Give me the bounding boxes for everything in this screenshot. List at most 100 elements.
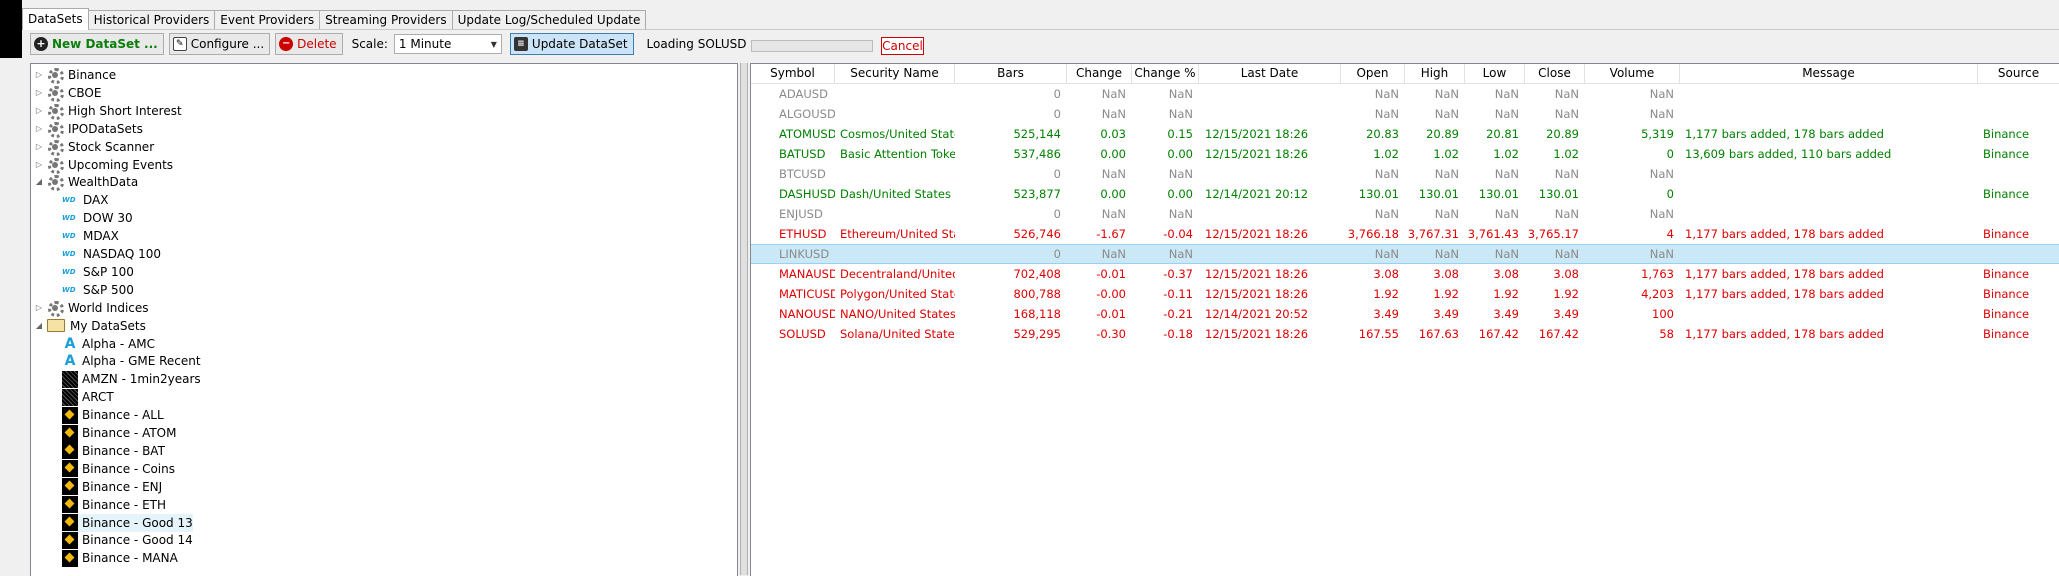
- expand-right-icon[interactable]: ▷: [34, 120, 44, 138]
- cell-bars: 523,877: [1013, 187, 1061, 201]
- column-header-open[interactable]: Open: [1341, 64, 1405, 83]
- table-row[interactable]: MANAUSD Decentraland/United States 702,408…: [751, 264, 2059, 284]
- new-dataset-button[interactable]: + New DataSet ...: [30, 33, 164, 55]
- table-row[interactable]: MATICUSD Polygon/United States 800,788 -0.0…: [751, 284, 2059, 304]
- tree-item-amzn-1min2years[interactable]: AMZN - 1min2years: [62, 370, 201, 388]
- column-header-close[interactable]: Close: [1525, 64, 1585, 83]
- tree-item-binance-mana[interactable]: Binance - MANA: [62, 549, 178, 567]
- cell-change: NaN: [1101, 87, 1126, 101]
- expand-right-icon[interactable]: ▷: [34, 66, 44, 84]
- expand-right-icon[interactable]: ▷: [34, 156, 44, 174]
- tree-item-upcoming-events[interactable]: ▷ Upcoming Events: [34, 156, 173, 174]
- expand-right-icon[interactable]: ▷: [34, 138, 44, 156]
- cell-source: [1978, 245, 2059, 265]
- tree-item-binance[interactable]: ▷ Binance: [34, 66, 116, 84]
- configure-button[interactable]: ✎ Configure ...: [168, 33, 271, 55]
- tree-item-nasdaq-100[interactable]: WD NASDAQ 100: [62, 245, 161, 263]
- tab-historical-providers[interactable]: Historical Providers: [87, 10, 216, 29]
- delete-button[interactable]: − Delete: [275, 33, 343, 55]
- tree-item-mdax[interactable]: WD MDAX: [62, 227, 119, 245]
- table-row[interactable]: ADAUSD 0 NaN NaN NaN NaN NaN NaN NaN: [751, 84, 2059, 104]
- tree-item-stock-scanner[interactable]: ▷ Stock Scanner: [34, 138, 154, 156]
- cell-symbol: ETHUSD: [779, 227, 827, 241]
- tree-item-world-indices[interactable]: ▷ World Indices: [34, 299, 149, 317]
- cell-message: [1680, 304, 1978, 324]
- expand-down-icon[interactable]: ◢: [34, 173, 44, 191]
- tree-item-binance-bat[interactable]: Binance - BAT: [62, 442, 165, 460]
- column-header-low[interactable]: Low: [1465, 64, 1525, 83]
- column-header-change[interactable]: Change %: [1132, 64, 1199, 83]
- column-header-volume[interactable]: Volume: [1585, 64, 1680, 83]
- scale-select[interactable]: 1 Minute ▼: [393, 34, 502, 54]
- tree-item-label: Binance - MANA: [82, 551, 178, 566]
- tree-item-label: Binance - Coins: [82, 461, 175, 476]
- expand-right-icon[interactable]: ▷: [34, 102, 44, 120]
- cell-close: 3.49: [1553, 307, 1579, 321]
- cell-close: NaN: [1554, 167, 1579, 181]
- tab-streaming-providers[interactable]: Streaming Providers: [319, 10, 453, 29]
- cell-change: -0.11: [1163, 287, 1193, 301]
- column-header-bars[interactable]: Bars: [955, 64, 1067, 83]
- table-row[interactable]: ENJUSD 0 NaN NaN NaN NaN NaN NaN NaN: [751, 204, 2059, 224]
- column-header-source[interactable]: Source: [1978, 64, 2059, 83]
- expand-right-icon[interactable]: ▷: [34, 299, 44, 317]
- cell-source: Binance: [1983, 227, 2030, 241]
- tab-update-log[interactable]: Update Log/Scheduled Update: [451, 10, 647, 29]
- cancel-button[interactable]: Cancel: [881, 37, 924, 55]
- table-row[interactable]: ALGOUSD 0 NaN NaN NaN NaN NaN NaN NaN: [751, 104, 2059, 124]
- update-dataset-button[interactable]: ≡ Update DataSet: [509, 33, 634, 55]
- dataset-tree[interactable]: ▷ Binance ▷ CBOE ▷ High Short Interest ▷ IPODat…: [30, 63, 738, 576]
- cell-symbol: LINKUSD: [779, 247, 830, 261]
- column-header-last-date[interactable]: Last Date: [1199, 64, 1341, 83]
- tree-item-dow-30[interactable]: WD DOW 30: [62, 209, 133, 227]
- column-header-high[interactable]: High: [1405, 64, 1465, 83]
- cell-symbol: MATICUSD: [779, 287, 835, 301]
- tree-item-my-datasets[interactable]: ◢ My DataSets: [34, 317, 146, 335]
- expand-right-icon[interactable]: ▷: [34, 84, 44, 102]
- column-header-change[interactable]: Change: [1067, 64, 1132, 83]
- table-row[interactable]: ATOMUSD Cosmos/United States 525,144 0.03 0.…: [751, 124, 2059, 144]
- cell-low: 3.08: [1493, 267, 1519, 281]
- tree-item-binance-coins[interactable]: Binance - Coins: [62, 460, 175, 478]
- dataset-grid[interactable]: Symbol Security Name Bars Change Change % Las…: [750, 63, 2059, 576]
- table-row[interactable]: BATUSD Basic Attention Token 537,486 0.00 0.…: [751, 144, 2059, 164]
- table-row[interactable]: LINKUSD 0 NaN NaN NaN NaN NaN NaN NaN: [751, 244, 2059, 264]
- tree-item-label: Binance - BAT: [82, 443, 165, 458]
- cell-volume: NaN: [1649, 167, 1674, 181]
- tree-item-alpha-amc[interactable]: A Alpha - AMC: [62, 335, 155, 353]
- tree-item-binance-atom[interactable]: Binance - ATOM: [62, 424, 176, 442]
- tree-item-binance-eth[interactable]: Binance - ETH: [62, 496, 166, 514]
- tab-event-providers[interactable]: Event Providers: [214, 10, 321, 29]
- tree-item-binance-good-13[interactable]: Binance - Good 13: [62, 513, 193, 532]
- cell-volume: NaN: [1649, 87, 1674, 101]
- expand-down-icon[interactable]: ◢: [34, 317, 44, 335]
- table-row[interactable]: NANOUSD NANO/United States 168,118 -0.01 -0.…: [751, 304, 2059, 324]
- cell-close: NaN: [1554, 207, 1579, 221]
- noise-icon: [62, 388, 78, 406]
- table-row[interactable]: DASHUSD Dash/United States Dollar 523,877 0…: [751, 184, 2059, 204]
- tree-item-binance-all[interactable]: Binance - ALL: [62, 406, 164, 424]
- configure-label: Configure ...: [190, 37, 265, 51]
- tree-item-wealthdata[interactable]: ◢ WealthData: [34, 173, 138, 192]
- tree-item-binance-good-14[interactable]: Binance - Good 14: [62, 531, 193, 549]
- column-header-security-name[interactable]: Security Name: [835, 64, 955, 83]
- gear-icon: [47, 121, 64, 138]
- table-row[interactable]: BTCUSD 0 NaN NaN NaN NaN NaN NaN NaN: [751, 164, 2059, 184]
- cell-bars: 0: [1053, 167, 1061, 181]
- tree-item-cboe[interactable]: ▷ CBOE: [34, 84, 101, 102]
- tree-item-high-short-interest[interactable]: ▷ High Short Interest: [34, 102, 182, 120]
- left-edge-overlay: [0, 0, 22, 58]
- table-row[interactable]: SOLUSD Solana/United States 529,295 -0.30 -0…: [751, 324, 2059, 344]
- table-row[interactable]: ETHUSD Ethereum/United States 526,746 -1.67…: [751, 224, 2059, 244]
- column-header-message[interactable]: Message: [1680, 64, 1978, 83]
- tree-item-dax[interactable]: WD DAX: [62, 191, 108, 209]
- tree-item-s-p-100[interactable]: WD S&P 100: [62, 263, 134, 281]
- tree-item-binance-enj[interactable]: Binance - ENJ: [62, 478, 162, 496]
- tree-item-alpha-gme-recent[interactable]: A Alpha - GME Recent: [62, 352, 201, 370]
- tree-item-arct[interactable]: ARCT: [62, 388, 114, 406]
- panel-splitter[interactable]: [740, 63, 748, 575]
- column-header-symbol[interactable]: Symbol: [751, 64, 835, 83]
- tree-item-ipodatasets[interactable]: ▷ IPODataSets: [34, 120, 143, 138]
- tab-datasets[interactable]: DataSets: [22, 8, 89, 30]
- tree-item-s-p-500[interactable]: WD S&P 500: [62, 281, 134, 299]
